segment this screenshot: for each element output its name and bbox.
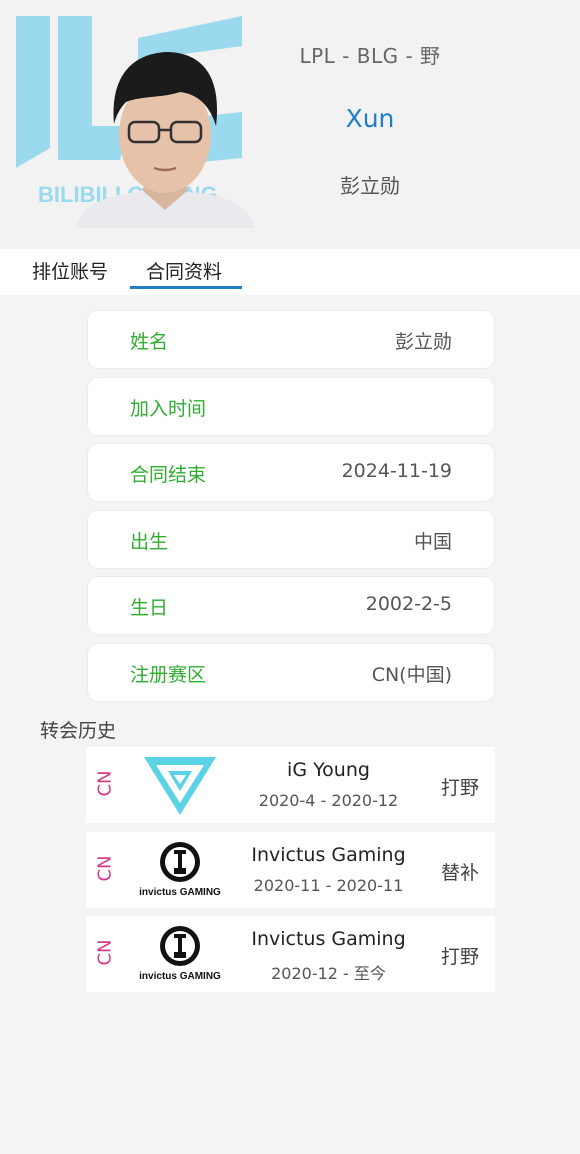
info-label: 姓名 xyxy=(130,331,169,353)
player-role: 打野 xyxy=(440,777,479,799)
info-label: 加入时间 xyxy=(130,397,207,420)
info-row-birthplace: 出生 中国 xyxy=(88,510,494,568)
info-row-region: 注册赛区 CN(中国) xyxy=(88,643,494,701)
info-value: 中国 xyxy=(413,530,452,553)
player-avatar xyxy=(75,52,255,228)
player-role: 替补 xyxy=(440,861,479,884)
info-row-join-date: 加入时间 xyxy=(88,377,494,435)
active-tab-indicator xyxy=(130,286,242,289)
ig-logo-text: invictus GAMING xyxy=(139,971,221,982)
info-label: 合同结束 xyxy=(130,464,207,487)
info-label: 生日 xyxy=(130,597,169,620)
league-team-position: LPL - BLG - 野 xyxy=(299,44,441,68)
info-value: 2002-2-5 xyxy=(365,593,452,616)
transfer-history-list: CN iG Young 2020-4 - 2020-12 打野 CN invic… xyxy=(86,747,495,1001)
transfer-card[interactable]: CN invictus GAMING Invictus Gaming 2020-… xyxy=(86,831,495,908)
transfer-period: 2020-11 - 2020-11 xyxy=(253,875,404,895)
invictus-gaming-logo-icon: invictus GAMING xyxy=(139,841,221,898)
transfer-card[interactable]: CN invictus GAMING Invictus Gaming 2020-… xyxy=(86,916,495,992)
team-name: iG Young xyxy=(287,759,370,781)
contract-info-list: 姓名 彭立勋 加入时间 合同结束 2024-11-19 出生 中国 生日 200… xyxy=(88,311,494,711)
info-row-contract-end: 合同结束 2024-11-19 xyxy=(88,444,494,502)
region-label: CN xyxy=(94,939,116,966)
info-value: CN(中国) xyxy=(371,663,452,686)
info-label: 出生 xyxy=(130,530,169,553)
info-label: 注册赛区 xyxy=(130,663,207,686)
info-row-name: 姓名 彭立勋 xyxy=(88,311,494,368)
player-header: BILIBILI GAMING LPL - BLG - 野 Xun 彭立勋 xyxy=(0,0,580,248)
profile-tabs: 排位账号 合同资料 xyxy=(0,249,580,295)
player-real-name: 彭立勋 xyxy=(340,174,400,198)
region-label: CN xyxy=(94,770,116,797)
transfer-card[interactable]: CN iG Young 2020-4 - 2020-12 打野 xyxy=(86,747,495,823)
info-value: 2024-11-19 xyxy=(341,460,452,483)
tab-contract-info[interactable]: 合同资料 xyxy=(146,257,222,284)
ig-young-logo-icon xyxy=(144,757,216,815)
info-row-birthday: 生日 2002-2-5 xyxy=(88,577,494,635)
tab-ranked-accounts[interactable]: 排位账号 xyxy=(32,257,108,284)
info-value: 彭立勋 xyxy=(394,331,452,353)
player-role: 打野 xyxy=(440,946,479,968)
player-nickname: Xun xyxy=(345,104,395,133)
region-label: CN xyxy=(94,854,116,882)
transfer-period: 2020-12 - 至今 xyxy=(271,964,386,983)
invictus-gaming-logo-icon: invictus GAMING xyxy=(139,926,221,982)
transfer-period: 2020-4 - 2020-12 xyxy=(258,791,399,810)
ig-logo-text: invictus GAMING xyxy=(139,887,221,898)
team-name: Invictus Gaming xyxy=(251,843,406,866)
team-name: Invictus Gaming xyxy=(251,928,406,950)
transfer-history-title: 转会历史 xyxy=(40,720,117,742)
